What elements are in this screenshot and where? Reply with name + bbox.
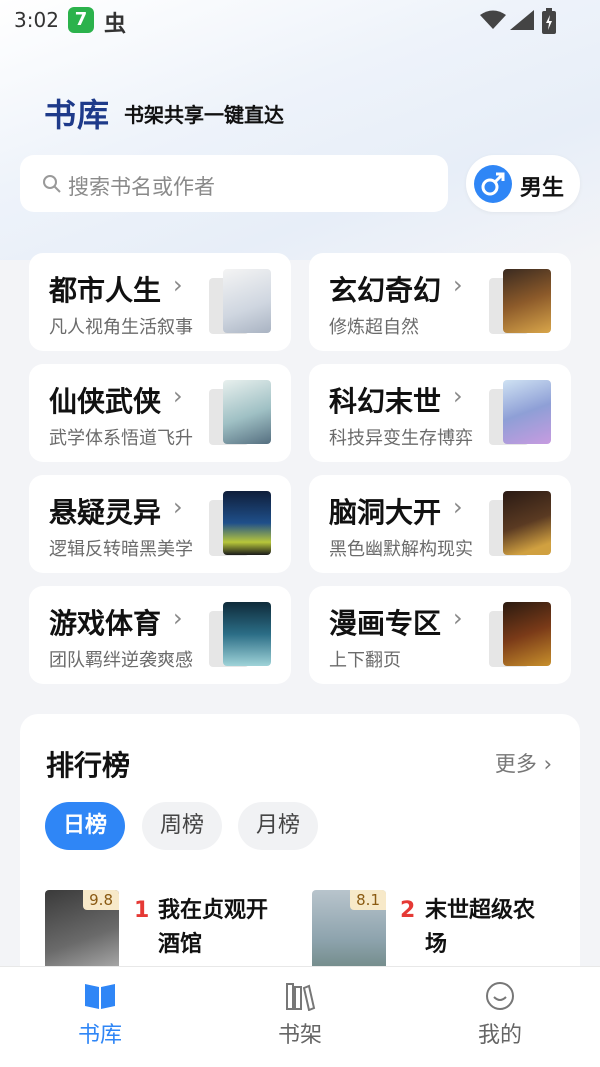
category-subtitle: 武学体系悟道飞升 [49, 428, 193, 449]
male-icon [474, 165, 512, 203]
book-title[interactable]: 我在贞观开酒馆 [158, 894, 288, 962]
nav-label: 书库 [77, 1023, 122, 1048]
book-cover [223, 491, 271, 555]
ranking-panel: 排行榜 更多 › 日榜 周榜 月榜 9.8 1 我在贞观开酒馆 8.1 2 末世… [20, 714, 580, 1004]
category-title: 游戏体育 [49, 607, 162, 640]
smile-icon [486, 982, 514, 1010]
book-open-icon [85, 984, 115, 1009]
category-title: 玄幻奇幻 [329, 274, 442, 307]
search-placeholder: 搜索书名或作者 [68, 175, 215, 199]
gender-label: 男生 [520, 176, 565, 201]
chevron-right-icon: › [173, 493, 183, 521]
page-title: 书库 [44, 96, 111, 134]
nav-bookshelf[interactable]: 书架 [240, 981, 360, 1049]
ranking-title: 排行榜 [46, 749, 131, 782]
category-subtitle: 上下翻页 [329, 650, 401, 671]
nav-profile[interactable]: 我的 [440, 981, 560, 1049]
book-rank: 1 [134, 898, 150, 923]
category-title: 仙侠武侠 [49, 385, 162, 418]
signal-icon [510, 10, 534, 30]
book-cover [503, 269, 551, 333]
category-subtitle: 黑色幽默解构现实 [329, 539, 473, 560]
category-card-urban[interactable]: 都市人生 › 凡人视角生活叙事 [29, 253, 291, 351]
category-card-game-sports[interactable]: 游戏体育 › 团队羁绊逆袭爽感 [29, 586, 291, 684]
nav-library[interactable]: 书库 [40, 981, 160, 1049]
category-card-comics[interactable]: 漫画专区 › 上下翻页 [309, 586, 571, 684]
bottom-nav: 书库 书架 我的 [0, 966, 600, 1067]
status-icons [480, 8, 560, 34]
category-subtitle: 团队羁绊逆袭爽感 [49, 650, 193, 671]
category-subtitle: 修炼超自然 [329, 317, 419, 338]
book-cover [503, 380, 551, 444]
category-card-suspense[interactable]: 悬疑灵异 › 逻辑反转暗黑美学 [29, 475, 291, 573]
ranking-more-link[interactable]: 更多 › [495, 748, 552, 778]
chevron-right-icon: › [173, 604, 183, 632]
nav-label: 我的 [477, 1023, 522, 1048]
book-cover [223, 602, 271, 666]
chevron-right-icon: › [173, 271, 183, 299]
status-time: 3:02 [14, 8, 59, 32]
book-cover [503, 602, 551, 666]
category-subtitle: 科技异变生存博弈 [329, 428, 473, 449]
tab-monthly[interactable]: 月榜 [238, 802, 318, 850]
tab-daily[interactable]: 日榜 [45, 802, 125, 850]
category-title: 脑洞大开 [329, 496, 442, 529]
wifi-icon [480, 10, 506, 29]
category-title: 漫画专区 [329, 607, 442, 640]
category-title: 悬疑灵异 [49, 496, 162, 529]
search-input[interactable]: 搜索书名或作者 [20, 155, 448, 212]
search-icon [43, 175, 61, 193]
category-card-scifi[interactable]: 科幻末世 › 科技异变生存博弈 [309, 364, 571, 462]
nav-label: 书架 [277, 1023, 322, 1048]
book-score: 9.8 [83, 890, 119, 910]
chevron-right-icon: › [453, 271, 463, 299]
book-score: 8.1 [350, 890, 386, 910]
bug-icon: 虫 [104, 12, 127, 37]
category-subtitle: 逻辑反转暗黑美学 [49, 539, 193, 560]
chevron-right-icon: › [453, 604, 463, 632]
book-cover [223, 269, 271, 333]
chevron-right-icon: › [453, 382, 463, 410]
chevron-right-icon: › [543, 752, 552, 776]
app-notification-icon: 7 [68, 7, 94, 33]
gender-toggle-button[interactable]: 男生 [466, 155, 580, 212]
category-title: 科幻末世 [329, 385, 442, 418]
book-cover [223, 380, 271, 444]
battery-icon [542, 8, 556, 34]
bookshelf-icon [286, 983, 316, 1011]
status-bar: 3:02 7 虫 [0, 0, 600, 42]
book-title[interactable]: 末世超级农场 [425, 894, 555, 962]
chevron-right-icon: › [453, 493, 463, 521]
tab-weekly[interactable]: 周榜 [142, 802, 222, 850]
category-card-brainstorm[interactable]: 脑洞大开 › 黑色幽默解构现实 [309, 475, 571, 573]
page-subtitle: 书架共享一键直达 [124, 103, 284, 127]
category-subtitle: 凡人视角生活叙事 [49, 317, 193, 338]
chevron-right-icon: › [173, 382, 183, 410]
category-card-xianxia[interactable]: 仙侠武侠 › 武学体系悟道飞升 [29, 364, 291, 462]
category-title: 都市人生 [49, 274, 162, 307]
category-card-fantasy[interactable]: 玄幻奇幻 › 修炼超自然 [309, 253, 571, 351]
book-cover [503, 491, 551, 555]
book-rank: 2 [400, 898, 416, 923]
more-label: 更多 [494, 752, 537, 776]
